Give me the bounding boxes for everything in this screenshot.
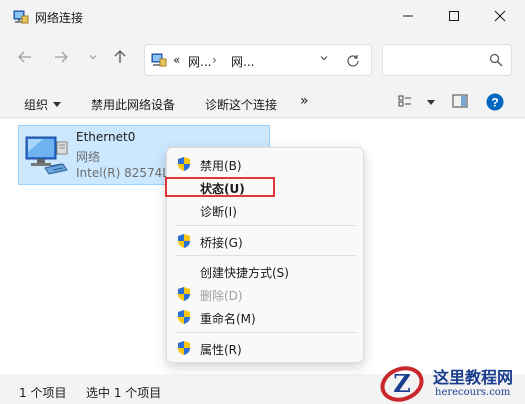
help-button[interactable]: ? [486,93,504,114]
network-connections-icon [151,53,167,67]
network-connections-icon [13,10,29,24]
menu-separator [175,332,357,333]
recent-locations-button[interactable] [82,46,104,68]
watermark-url: herecours.com [435,387,511,398]
view-dropdown-button[interactable] [422,96,435,110]
address-bar[interactable]: « 网... › 网... [144,44,372,76]
menu-item-label: 桥接(G) [200,236,243,250]
help-icon: ? [486,93,504,111]
arrow-right-icon [55,51,68,63]
connection-status: 网络 [76,150,101,164]
close-icon [494,10,506,22]
title-bar: 网络连接 [0,0,525,34]
back-button[interactable] [14,46,36,68]
watermark: Z 这里教程网 herecours.com [378,360,525,404]
uac-shield-icon [178,287,190,301]
uac-shield-icon [178,234,190,248]
preview-pane-icon [452,94,468,108]
menu-item-label: 删除(D) [200,289,243,303]
uac-shield-icon [178,310,190,324]
view-list-icon [398,95,411,107]
arrow-left-icon [18,51,31,63]
menu-separator [175,255,357,256]
view-options-button[interactable] [398,94,412,111]
chevron-down-icon [89,55,97,60]
uac-shield-icon [178,157,190,171]
refresh-button[interactable] [343,51,363,71]
breadcrumb-item-1[interactable]: 网... [188,53,211,70]
uac-shield-icon [178,341,190,355]
svg-text:?: ? [491,96,498,110]
close-button[interactable] [477,0,523,32]
caret-down-icon [53,102,62,107]
more-commands-button[interactable]: » [300,93,309,109]
svg-text:Z: Z [393,369,411,398]
minimize-button[interactable] [385,0,431,32]
menu-item-diagnose[interactable]: 诊断(I) [167,199,365,221]
highlight-annotation [165,177,275,197]
menu-item-label: 属性(R) [200,343,242,357]
breadcrumb-overflow[interactable]: « [173,53,180,67]
menu-item-label: 禁用(B) [200,159,242,173]
ethernet-adapter-icon [25,136,68,175]
caret-down-icon [427,100,435,105]
up-button[interactable] [109,46,131,68]
menu-item-rename[interactable]: 重命名(M) [167,306,365,328]
diagnose-connection-button[interactable]: 诊断这个连接 [205,96,277,113]
minimize-icon [403,15,413,17]
forward-button[interactable] [50,46,72,68]
organize-menu[interactable]: 组织 [24,96,62,113]
menu-item-label: 重命名(M) [200,312,256,326]
search-input[interactable] [382,44,512,76]
menu-item-bridge[interactable]: 桥接(G) [167,230,365,252]
menu-separator [175,225,357,226]
maximize-icon [449,11,459,21]
menu-item-disable[interactable]: 禁用(B) [167,153,365,175]
window-title: 网络连接 [35,11,84,25]
arrow-up-icon [114,50,126,63]
site-logo-icon: Z [380,366,424,402]
preview-pane-button[interactable] [452,94,468,111]
breadcrumb-separator[interactable]: › [212,53,217,67]
menu-item-properties[interactable]: 属性(R) [167,337,365,359]
menu-item-delete: 删除(D) [167,283,365,305]
maximize-button[interactable] [431,0,477,32]
selected-count: 选中 1 个项目 [86,386,162,400]
address-history-button[interactable] [319,53,329,66]
refresh-icon [347,55,359,67]
search-icon [489,53,503,67]
command-bar: 组织 禁用此网络设备 诊断这个连接 » ? [0,88,525,118]
breadcrumb-item-2[interactable]: 网... [231,53,254,70]
connection-device: Intel(R) 82574L [76,166,169,180]
connection-name: Ethernet0 [76,130,136,144]
menu-item-label: 创建快捷方式(S) [200,266,289,280]
item-count: 1 个项目 [19,386,67,400]
disable-device-button[interactable]: 禁用此网络设备 [91,96,175,113]
menu-item-create-shortcut[interactable]: 创建快捷方式(S) [167,260,365,282]
chevron-down-icon [320,56,328,61]
menu-item-label: 诊断(I) [200,205,237,219]
watermark-title: 这里教程网 [433,368,514,387]
